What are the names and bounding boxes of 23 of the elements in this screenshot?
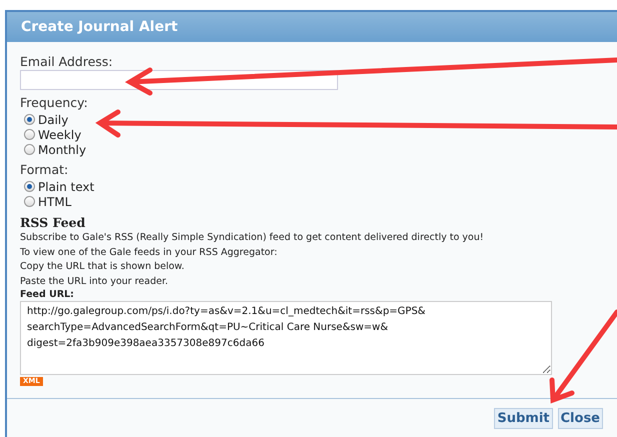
field-label: Feed URL: — [20, 289, 75, 300]
radio-button[interactable] — [24, 181, 35, 192]
feed-url-field[interactable]: http://go.galegroup.com/ps/i.do?ty=as&v=2.1&u=cl_medtech&it=rss&p=GPS& searchType=AdvancedSearchForm&qt=PU~Critical Care Nurse&sw=w& digest=2fa3b909e398aea3357308e897c6da66 — [20, 301, 552, 375]
radio-button[interactable] — [24, 144, 35, 155]
instruction-text: Copy the URL that is shown below. — [20, 260, 186, 274]
section-heading: RSS Feed — [20, 215, 86, 230]
dialog-button[interactable]: Submit — [494, 408, 553, 429]
radio-label[interactable]: Plain text — [38, 180, 94, 194]
field-label: Format: — [20, 162, 68, 177]
instruction-text: To view one of the Gale feeds in your RSS Aggregator: — [20, 246, 278, 260]
field-label: Email Address: — [20, 54, 114, 69]
instruction-text: Paste the URL into your reader. — [20, 274, 170, 288]
radio-button[interactable] — [24, 129, 35, 140]
dialog-button[interactable]: Close — [558, 408, 603, 429]
radio-label[interactable]: Monthly — [38, 142, 86, 156]
instruction-text: Subscribe to Gale's RSS (Really Simple Syndication) feed to get content delivered directly to you! — [20, 231, 485, 245]
radio-label[interactable]: Daily — [38, 112, 68, 126]
window-title: Create Journal Alert — [21, 19, 178, 35]
radio-button[interactable] — [24, 114, 35, 125]
radio-label[interactable]: Weekly — [38, 128, 82, 142]
radio-button[interactable] — [24, 196, 35, 207]
radio-label[interactable]: HTML — [38, 194, 72, 208]
field-label: Frequency: — [20, 95, 88, 110]
